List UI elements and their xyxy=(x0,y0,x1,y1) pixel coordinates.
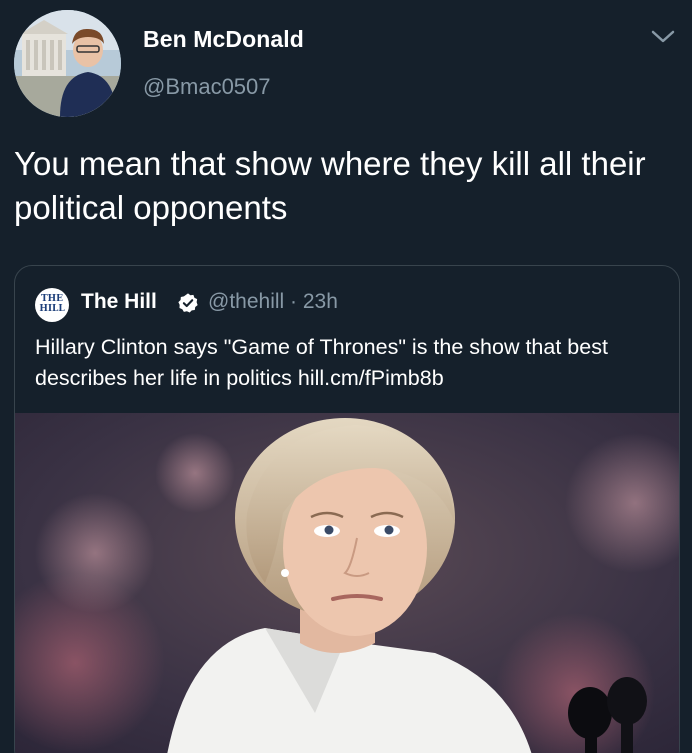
quoted-tweet-photo[interactable] xyxy=(15,413,679,753)
author-handle[interactable]: @Bmac0507 xyxy=(143,74,271,100)
quoted-tweet-text: Hillary Clinton says "Game of Thrones" i… xyxy=(35,335,608,390)
tweet-screen: Ben McDonald @Bmac0507 You mean that sho… xyxy=(0,0,692,753)
photo-illustration xyxy=(15,413,679,753)
logo-text: THE HILL xyxy=(39,294,65,314)
quoted-tweet-card[interactable]: THE HILL The Hill @thehill · 23h Hillary… xyxy=(14,265,680,753)
author-name[interactable]: Ben McDonald xyxy=(143,26,304,53)
chevron-down-icon[interactable] xyxy=(650,28,676,46)
quoted-handle-time[interactable]: @thehill · 23h xyxy=(208,290,338,314)
verified-badge-icon xyxy=(178,293,198,313)
tweet-text: You mean that show where they kill all t… xyxy=(14,145,646,226)
quoted-author-name[interactable]: The Hill xyxy=(81,290,157,314)
the-hill-logo: THE HILL xyxy=(35,288,69,322)
avatar-image xyxy=(14,10,121,117)
avatar[interactable] xyxy=(14,10,121,117)
